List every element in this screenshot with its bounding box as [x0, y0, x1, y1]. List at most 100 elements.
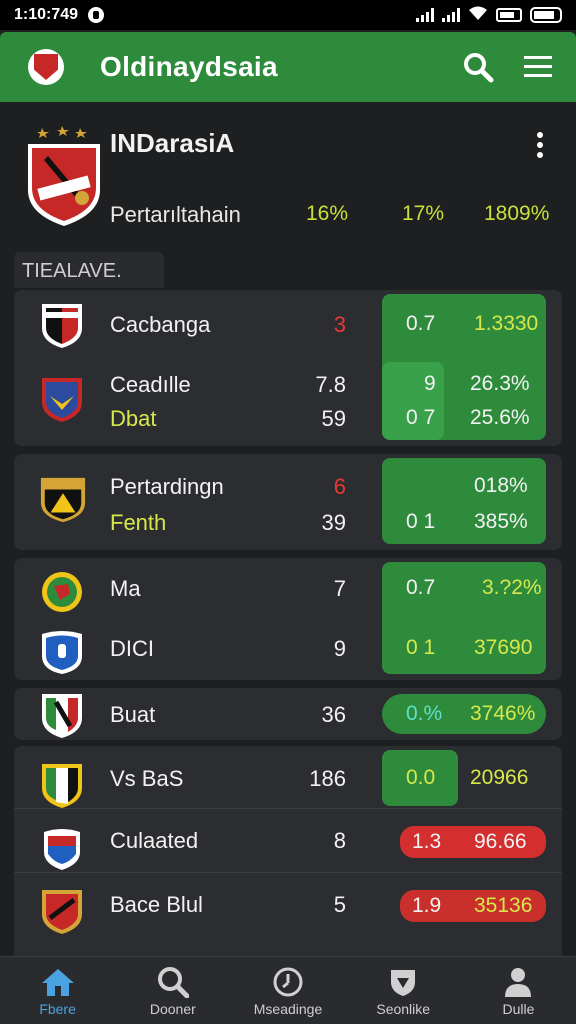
match-score: 59 — [321, 406, 346, 431]
match-row[interactable]: Vs BaS 186 0.0 20966 — [14, 746, 562, 808]
match-score: 39 — [321, 510, 346, 535]
section-tab[interactable]: TIEALAVE. — [14, 252, 164, 288]
team-name: Ma — [110, 576, 141, 601]
odd-value[interactable]: 0 1 — [406, 636, 435, 660]
odd-percent[interactable]: 385% — [474, 510, 528, 534]
nav-label: Mseadinge — [253, 1000, 323, 1017]
more-options-button[interactable] — [530, 130, 550, 160]
shield-icon — [34, 54, 58, 80]
match-score: 3 — [333, 312, 346, 337]
search-icon — [156, 965, 190, 999]
team-name: Culaated — [110, 828, 199, 853]
nav-item-home[interactable]: Fbere — [0, 957, 115, 1024]
odd-percent[interactable]: 25.6% — [470, 406, 530, 430]
odd-percent[interactable]: 20966 — [470, 766, 528, 790]
odd-percent[interactable]: 018% — [474, 474, 528, 498]
odd-percent[interactable]: 1.3330 — [474, 312, 538, 336]
odd-value[interactable]: 1.9 — [412, 894, 441, 918]
app-header: Oldinaydsaia — [0, 32, 576, 102]
signal-icon-2 — [442, 8, 460, 22]
match-row[interactable]: Bace Blul 5 1.9 35136 — [14, 874, 562, 934]
odd-value[interactable]: 0.7 — [406, 312, 435, 336]
match-card[interactable]: Vs BaS 186 0.0 20966 Culaated 8 1.3 96.6… — [14, 746, 562, 956]
match-score: 186 — [309, 766, 346, 791]
battery-icon — [496, 8, 522, 22]
team-crest-icon — [28, 126, 100, 226]
match-score: 6 — [333, 474, 346, 499]
team-name: DICI — [110, 636, 154, 661]
odd-value[interactable]: 1.3 — [412, 830, 441, 854]
notification-icon — [88, 7, 105, 23]
team-name: Bace Blul — [110, 892, 203, 917]
team-name: Dbat — [110, 406, 157, 431]
app-logo[interactable] — [28, 49, 64, 85]
match-card[interactable]: Ma 7 0.7 3.?2% DICI 9 0 1 37690 — [14, 558, 562, 680]
nav-item-search[interactable]: Dooner — [115, 957, 230, 1024]
menu-button[interactable] — [518, 47, 558, 87]
team-crest-icon — [42, 764, 82, 808]
match-card[interactable]: Cacbanga 3 0.7 1.3330 Ceadılle 7.8 9 26.… — [14, 290, 562, 446]
team-name: Buat — [110, 702, 156, 727]
team-crest-icon — [42, 572, 82, 612]
match-row[interactable]: Ceadılle 7.8 9 26.3% Dbat 59 0 7 25.6% — [14, 360, 562, 431]
match-card[interactable]: Buat 36 0.% 3746% — [14, 688, 562, 740]
match-row[interactable]: Ma 7 0.7 3.?2% — [14, 558, 562, 618]
odd-value[interactable]: 9 — [424, 372, 436, 396]
odd-percent[interactable]: 35136 — [474, 894, 532, 918]
match-row[interactable]: DICI 9 0 1 37690 — [14, 620, 562, 680]
match-row[interactable]: Cacbanga 3 0.7 1.3330 — [14, 298, 562, 358]
match-score: 7 — [333, 576, 346, 601]
menu-icon — [524, 56, 552, 77]
odd-value[interactable]: 0 7 — [406, 406, 435, 430]
clock-icon — [271, 965, 305, 999]
row-divider — [14, 808, 562, 809]
nav-label: Seonlike — [376, 1000, 431, 1017]
odd-value[interactable]: 0.7 — [406, 576, 435, 600]
status-bar: 1:10:749 — [0, 0, 576, 30]
match-card[interactable]: Pertardingn 6 018% Fenth 39 0 1 385% — [14, 454, 562, 550]
team-name: Fenth — [110, 510, 167, 535]
team-name: Vs BaS — [110, 766, 184, 791]
match-score: 36 — [321, 702, 346, 727]
odd-percent[interactable]: 37690 — [474, 636, 532, 660]
odd-percent[interactable]: 26.3% — [470, 372, 530, 396]
team-crest-icon — [42, 890, 82, 934]
odd-percent[interactable]: 96.66 — [474, 830, 527, 854]
bottom-nav: Fbere Dooner Mseadinge Seonlike Dulle — [0, 956, 576, 1024]
featured-value-2: 17% — [402, 202, 445, 225]
nav-item-favorites[interactable]: Seonlike — [346, 957, 461, 1024]
match-score: 8 — [333, 828, 346, 853]
nav-item-profile[interactable]: Dulle — [461, 957, 576, 1024]
nav-item-schedule[interactable]: Mseadinge — [230, 957, 345, 1024]
team-crest-icon — [40, 477, 86, 523]
match-row[interactable]: Pertardingn 6 018% Fenth 39 0 1 385% — [14, 454, 562, 535]
odd-value[interactable]: 0 1 — [406, 510, 435, 534]
match-score: 7.8 — [315, 372, 346, 397]
team-crest-icon — [42, 378, 82, 422]
match-score: 5 — [333, 892, 346, 917]
odd-value[interactable]: 0.0 — [406, 766, 435, 790]
status-time: 1:10:749 — [14, 6, 79, 23]
match-row[interactable]: Culaated 8 1.3 96.66 — [14, 812, 562, 872]
shield-icon — [386, 965, 420, 999]
featured-label: Pertarıltahain — [110, 202, 241, 227]
odd-value[interactable]: 0.% — [406, 702, 442, 726]
match-score: 9 — [333, 636, 346, 661]
nav-label: Fbere — [39, 1000, 76, 1017]
team-crest-icon — [42, 304, 82, 348]
match-row[interactable]: Buat 36 0.% 3746% — [14, 688, 562, 748]
featured-value-1: 16% — [306, 202, 349, 225]
featured-team-name: INDarasiA — [110, 128, 235, 158]
nav-label: Dooner — [149, 1000, 196, 1017]
home-icon — [41, 965, 75, 999]
featured-value-3: 1809% — [484, 202, 550, 225]
odd-percent[interactable]: 3746% — [470, 702, 535, 726]
featured-team[interactable]: INDarasiA Pertarıltahain 16% 17% 1809% — [0, 104, 576, 244]
battery-large-icon — [530, 7, 562, 23]
team-name: Ceadılle — [110, 372, 191, 397]
wifi-icon — [468, 5, 488, 26]
search-button[interactable] — [458, 47, 498, 87]
nav-label: Dulle — [502, 1000, 535, 1017]
team-crest-icon — [42, 631, 82, 674]
odd-percent[interactable]: 3.?2% — [482, 576, 542, 600]
